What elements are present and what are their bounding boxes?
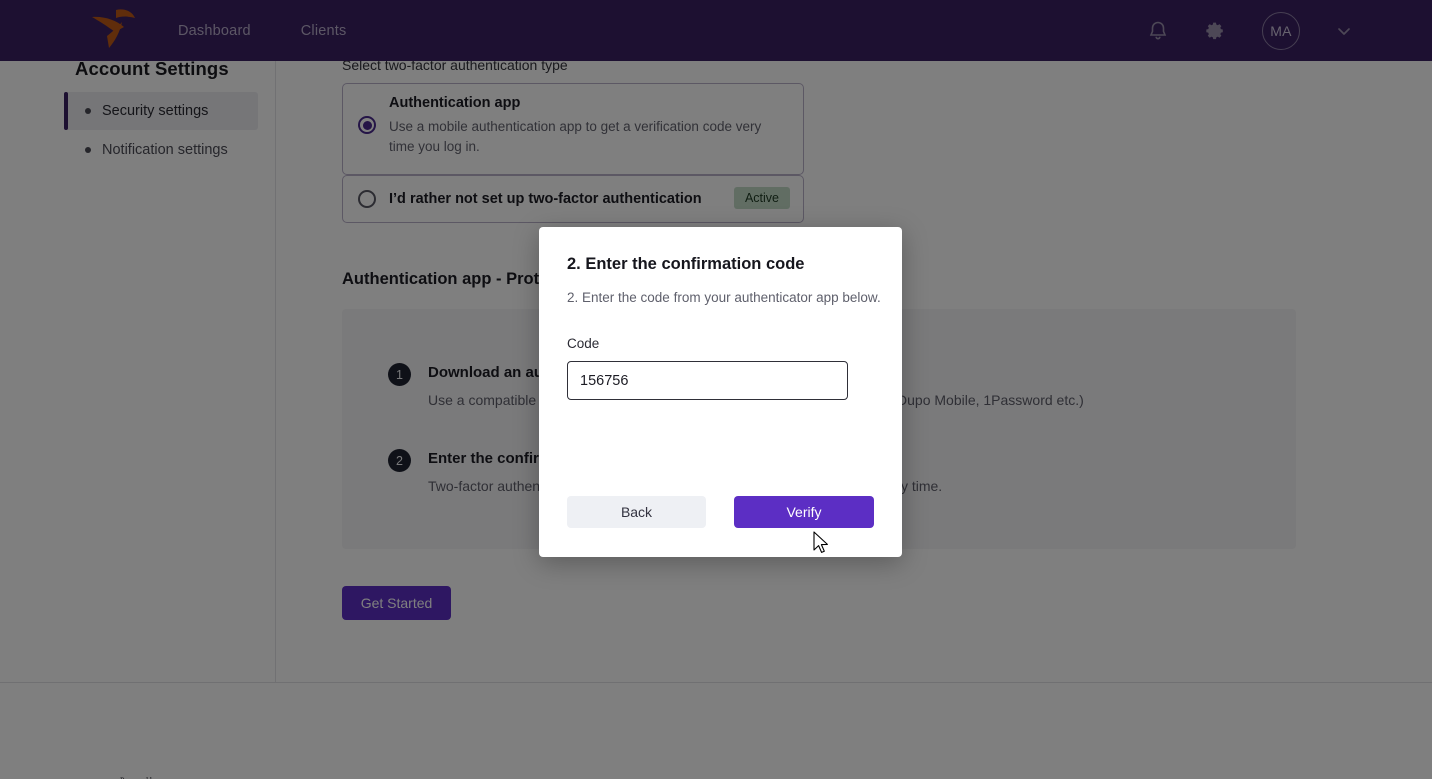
modal-title: 2. Enter the confirmation code (567, 255, 805, 273)
modal-subtitle: 2. Enter the code from your authenticato… (567, 290, 881, 305)
code-field-label: Code (567, 336, 600, 351)
verify-button[interactable]: Verify (734, 496, 874, 528)
back-button[interactable]: Back (567, 496, 706, 528)
app-root: Dashboard Clients MA (0, 0, 1432, 779)
code-input[interactable] (567, 361, 848, 400)
confirmation-code-modal: 2. Enter the confirmation code 2. Enter … (539, 227, 902, 557)
